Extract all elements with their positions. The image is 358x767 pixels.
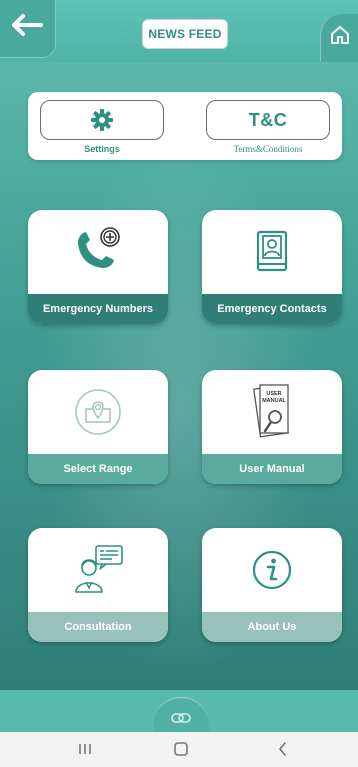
tile-label: About Us (202, 612, 342, 642)
map-pin-icon (75, 389, 121, 435)
svg-text:MANUAL: MANUAL (262, 398, 286, 404)
tile-label: Emergency Contacts (202, 294, 342, 324)
recent-apps-icon[interactable] (76, 740, 94, 758)
tile-icon-area (202, 528, 342, 612)
info-icon (252, 550, 292, 590)
home-nav-icon[interactable] (172, 740, 190, 758)
tile-about-us[interactable]: About Us (202, 528, 342, 642)
phone-plus-icon (78, 227, 120, 268)
arrow-left-icon (12, 14, 43, 36)
tile-label: Select Range (28, 454, 168, 484)
tile-select-range[interactable]: Select Range (28, 370, 168, 484)
back-nav-icon[interactable] (274, 740, 292, 758)
tc-button-text: T&C (248, 109, 288, 130)
app-screen: NEWS FEED T&C Settings Terms&Conditions … (0, 0, 358, 767)
tile-icon-area (28, 528, 168, 612)
tile-label: User Manual (202, 454, 342, 484)
tile-icon-area (202, 210, 342, 294)
terms-button[interactable]: T&C (206, 100, 330, 140)
news-feed-label: NEWS FEED (148, 27, 222, 41)
tile-user-manual[interactable]: USER MANUAL User Manual (202, 370, 342, 484)
settings-button[interactable] (40, 100, 164, 140)
svg-text:USER: USER (266, 391, 281, 397)
tile-consultation[interactable]: Consultation (28, 528, 168, 642)
tile-icon-area (28, 370, 168, 454)
user-manual-icon: USER MANUAL (253, 384, 289, 438)
contact-book-icon (256, 230, 288, 272)
settings-card: T&C Settings Terms&Conditions (28, 92, 342, 160)
system-navigation-bar (0, 732, 358, 767)
tile-label: Emergency Numbers (28, 294, 168, 324)
news-feed-button[interactable]: NEWS FEED (142, 19, 228, 49)
tile-icon-area (28, 210, 168, 294)
header: NEWS FEED (0, 0, 358, 62)
home-icon (331, 26, 349, 44)
back-button[interactable] (0, 0, 56, 58)
tile-label: Consultation (28, 612, 168, 642)
terms-label: Terms&Conditions (233, 144, 303, 154)
settings-label: Settings (84, 144, 120, 154)
home-button[interactable] (320, 14, 358, 62)
gear-icon (91, 109, 113, 131)
consultation-icon (75, 545, 123, 593)
tile-icon-area: USER MANUAL (202, 370, 342, 454)
link-icon (171, 713, 191, 723)
tile-emergency-numbers[interactable]: Emergency Numbers (28, 210, 168, 324)
tile-emergency-contacts[interactable]: Emergency Contacts (202, 210, 342, 324)
